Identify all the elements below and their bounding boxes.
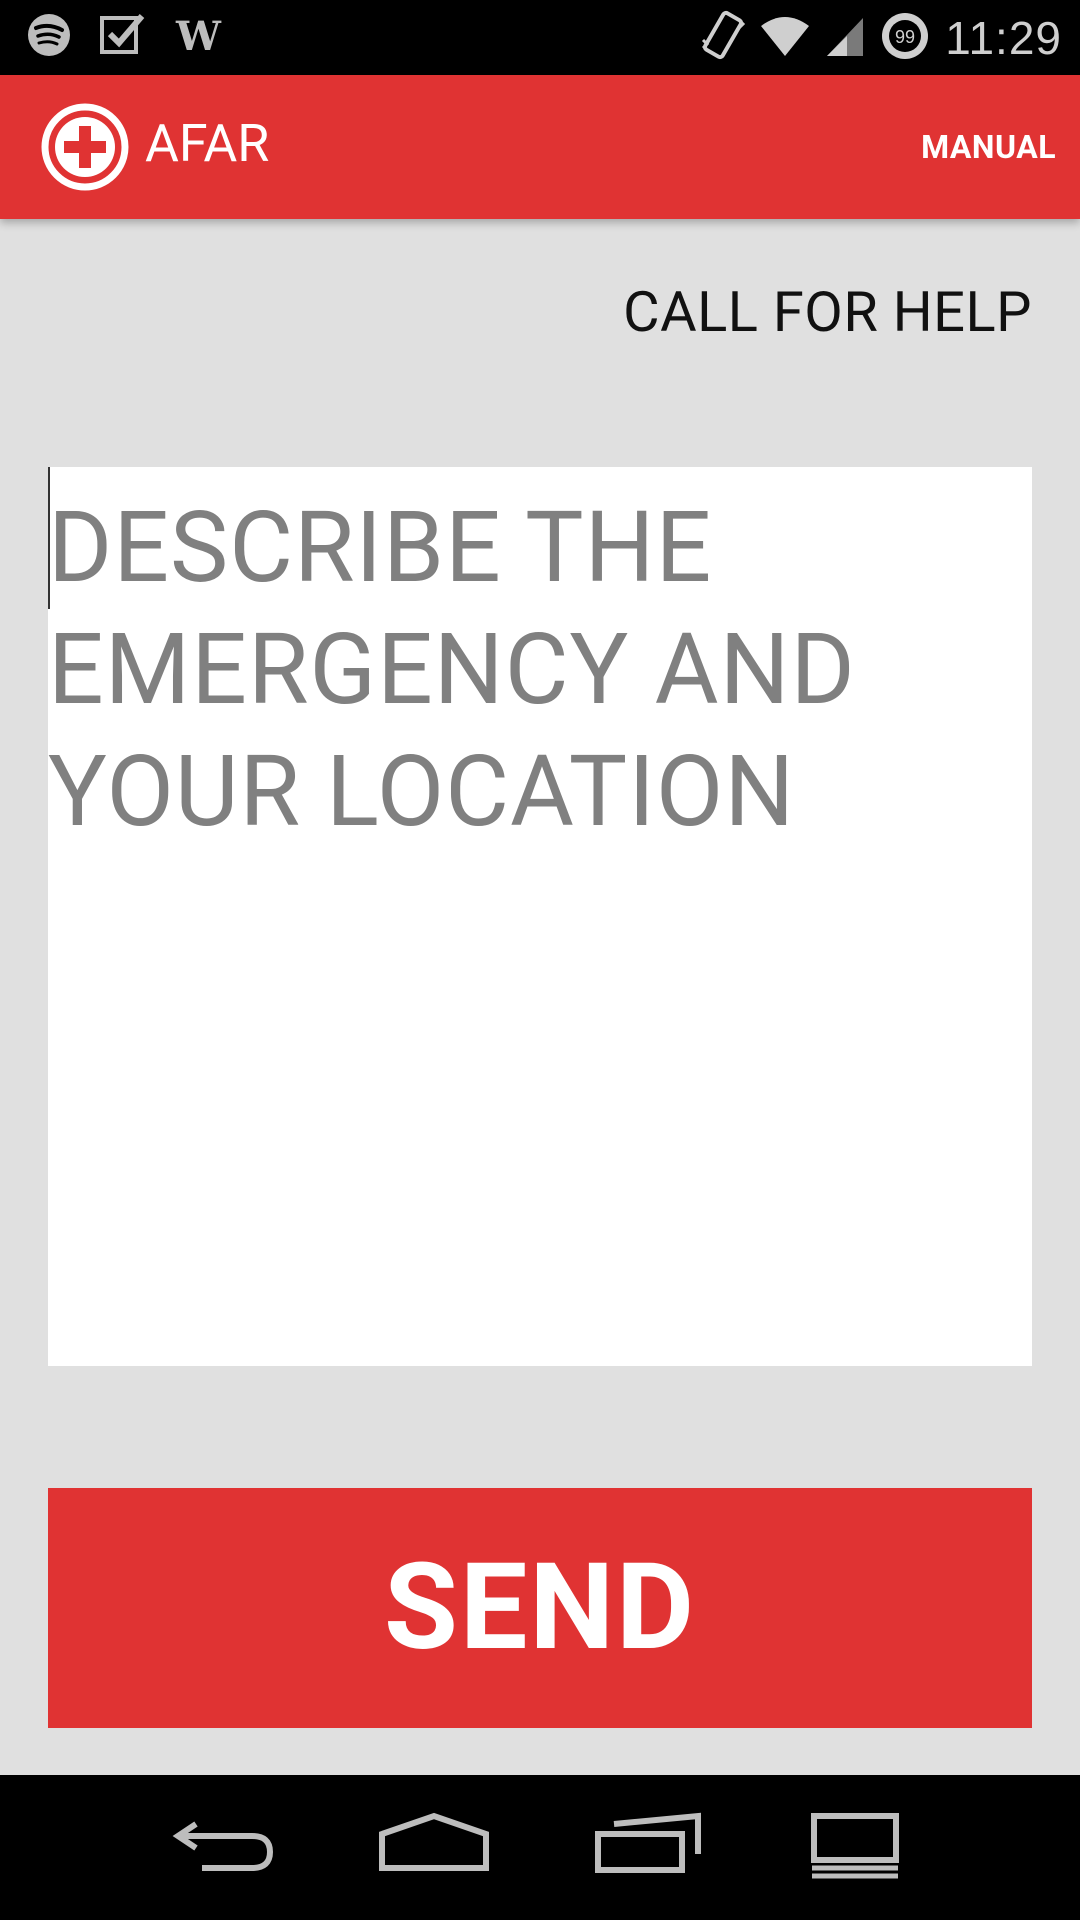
home-icon[interactable]	[378, 1810, 490, 1884]
navigation-bar	[0, 1775, 1080, 1920]
plus-circle-icon	[40, 102, 130, 192]
svg-text:99: 99	[895, 27, 915, 47]
wifi-icon	[759, 14, 811, 62]
status-bar: W 99 11:29	[0, 0, 1080, 75]
status-time: 11:29	[945, 12, 1062, 64]
svg-text:W: W	[175, 13, 222, 58]
send-button[interactable]: SEND	[48, 1488, 1032, 1728]
checkbox-icon	[98, 10, 148, 64]
vibrate-icon	[699, 10, 746, 66]
message-placeholder: DESCRIBE THE EMERGENCY AND YOUR LOCATION	[48, 490, 856, 849]
recents-icon[interactable]	[594, 1810, 702, 1884]
main-content: CALL FOR HELP DESCRIBE THE EMERGENCY AND…	[0, 219, 1080, 1775]
system-icons: 99 11:29	[699, 10, 1062, 66]
back-icon[interactable]	[172, 1810, 276, 1884]
manual-button[interactable]: MANUAL	[921, 128, 1056, 166]
keyboard-icon[interactable]	[810, 1810, 900, 1884]
emergency-message-input[interactable]: DESCRIBE THE EMERGENCY AND YOUR LOCATION	[48, 467, 1032, 1366]
app-title: AFAR	[145, 113, 270, 174]
spotify-icon	[26, 12, 72, 62]
battery-icon: 99	[879, 10, 931, 66]
signal-icon	[825, 14, 865, 62]
notification-icons: W	[26, 12, 228, 62]
wikipedia-icon: W	[174, 12, 228, 62]
page-heading: CALL FOR HELP	[623, 279, 1032, 345]
app-bar: AFAR MANUAL	[0, 75, 1080, 219]
app-screen: W 99 11:29 AFAR MANUAL CALL FOR HELP DES…	[0, 0, 1080, 1920]
